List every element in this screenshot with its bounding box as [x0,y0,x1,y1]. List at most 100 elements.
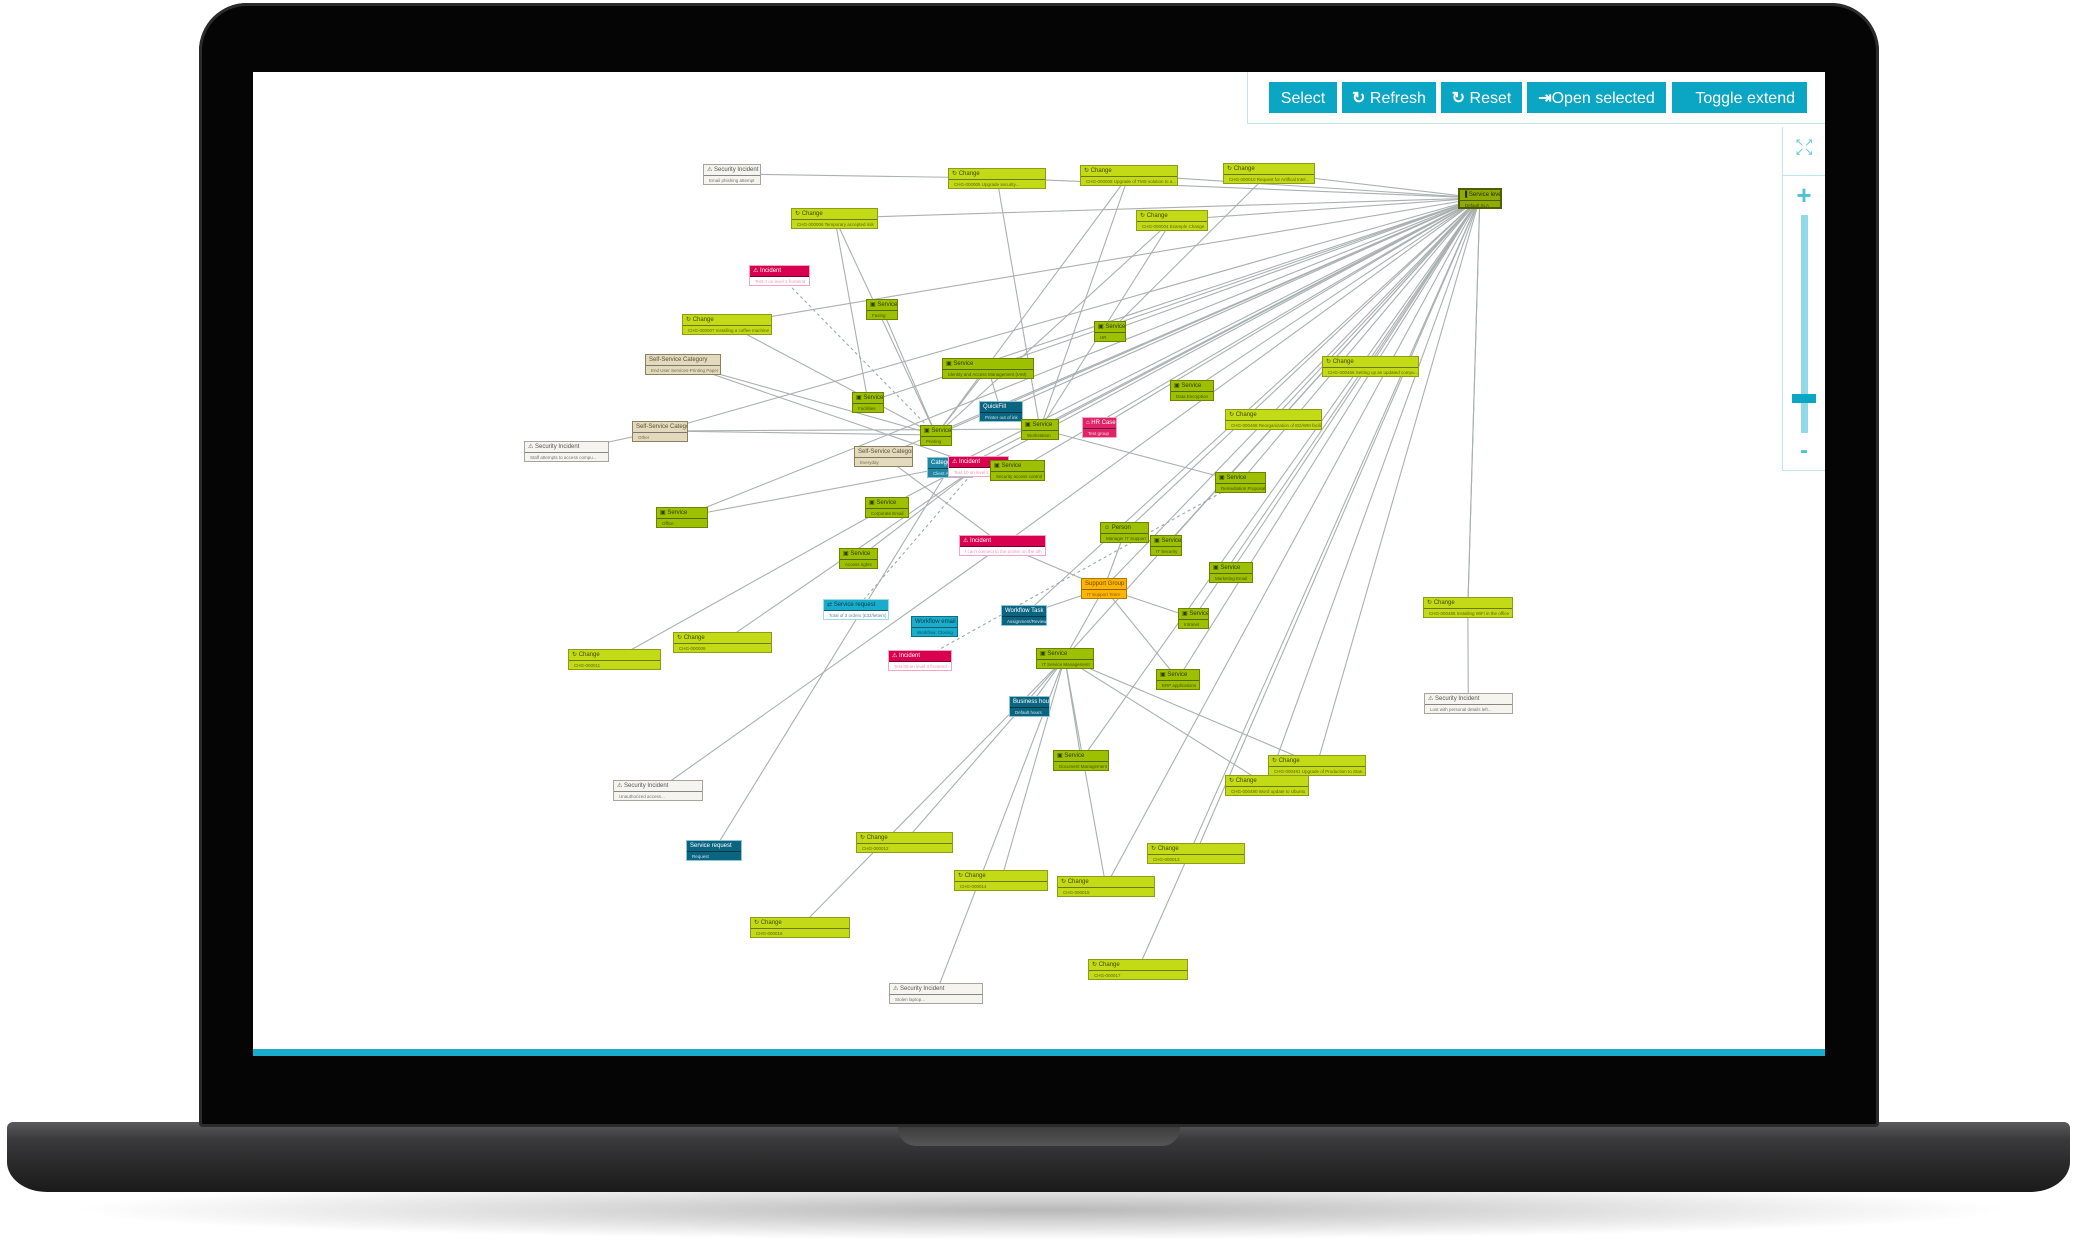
node-title: ▣ Service [1216,473,1265,484]
node-title: Business hours [1010,697,1050,708]
graph-node-service[interactable]: ▣ Service Workstation [1021,419,1059,440]
node-title-text: Incident [760,268,782,274]
node-title-text: Change [578,652,600,658]
graph-node-change[interactable]: ↻ Change CHG-000010 Request for Artifical… [1223,163,1315,184]
graph-node-change[interactable]: ↻ Change CHG-000009 [673,632,772,653]
node-title-text: Change [1235,412,1257,418]
graph-node-change[interactable]: ↻ Change CHG-000005 Upgrade security... [948,168,1046,189]
graph-edge [681,466,951,518]
graph-node-secinc[interactable]: ⚠ Security Incident Email phishing attemp… [703,164,761,185]
open-selected-button[interactable]: ⇥Open selected [1527,82,1666,113]
graph-node-service[interactable]: ▣ Service IT Security [1150,535,1183,556]
node-title-text: Service [1105,324,1126,330]
graph-edge [834,217,937,436]
graph-node-secinc[interactable]: ⚠ Security Incident Staff attempts to acc… [524,441,610,462]
graph-node-wfemail[interactable]: Workflow email Workflow: Closing [911,616,959,637]
graph-node-sreq[interactable]: ⇄ Service request Total of 3 orders (£32/… [823,599,889,620]
graph-node-service[interactable]: ▣ Service IT Service Management [1036,648,1094,669]
zoom-slider-handle[interactable] [1792,394,1816,404]
graph-node-change[interactable]: ↻ Change CHG-000007 Installing a coffee m… [682,314,772,335]
graph-node-support[interactable]: Support Group IT Support Team [1081,578,1127,599]
graph-node-dark[interactable]: QuickFill Printer out of ink [979,401,1023,422]
graph-node-service[interactable]: ▣ Service Facilities [852,392,885,413]
zoom-out-button[interactable]: - [1783,437,1825,465]
graph-node-change[interactable]: ↻ Change CHG-000485 Installing WiFi in th… [1423,597,1513,618]
graph-node-service[interactable]: ▣ Service Access rights [839,548,879,569]
reset-button[interactable]: ↻ Reset [1441,82,1522,113]
change-icon: ↻ [860,835,867,841]
node-title: ▣ Service [1157,670,1199,681]
node-title-text: Service [1001,463,1022,469]
node-subtitle: CHG-000004 Example Change [1142,224,1205,229]
zoom-in-button[interactable]: + [1783,175,1825,211]
graph-node-change[interactable]: ↻ Change CHG-000015 [1057,876,1155,897]
graph-node-service[interactable]: ▣ Service ERP applications [1156,669,1200,690]
node-title: ↻ Change [1089,960,1188,971]
node-subtitle: Email phishing attempt [709,178,755,183]
graph-node-sla[interactable]: ▐ Service level Default SLA [1458,188,1502,209]
graph-node-service[interactable]: ▣ Service Data Encryption [1170,380,1214,401]
graph-node-ssc[interactable]: Self-Service Category End User Services-P… [645,354,721,375]
graph-node-person[interactable]: ☺ Person Manager IT Support [1100,522,1150,543]
graph-node-ssc[interactable]: Self-Service Category Other [632,421,689,442]
toggle-extend-button[interactable]: Toggle extend [1672,82,1807,113]
node-title-text: Service [1226,475,1247,481]
graph-node-change[interactable]: ↻ Change CHG-000008 Upgrade of TMS soluti… [1080,165,1178,186]
graph-node-hrcase[interactable]: ⌂ HR Case Test group [1082,417,1117,438]
graph-node-service[interactable]: ▣ Service Remediation Proposal [1215,472,1266,493]
graph-node-change[interactable]: ↻ Change CHG-000006 Temporary accepted ri… [791,208,879,229]
graph-node-change[interactable]: ↻ Change CHG-000014 [954,870,1049,891]
graph-node-secinc[interactable]: ⚠ Security Incident Lost with personal de… [1424,693,1513,714]
graph-node-dark[interactable]: Workflow Task Assignment/Reviewer [1001,605,1047,626]
graph-node-service[interactable]: ▣ Service Printing [920,425,953,446]
graph-node-incident[interactable]: ⚠ Incident Test 4 on level 1 frontend [749,265,810,286]
graph-node-change[interactable]: ↻ Change CHG-000466 Setting up an updated… [1322,356,1419,377]
graph-node-change[interactable]: ↻ Change CHG-000016 [750,917,851,938]
select-button[interactable]: Select [1269,82,1337,113]
change-icon: ↻ [1229,412,1236,418]
graph-node-change[interactable]: ↻ Change CHG-000012 [856,832,953,853]
graph-edge [834,217,869,403]
graph-node-change[interactable]: ↻ Change CHG-000011 [568,649,662,670]
graph-node-ssc[interactable]: Self-Service Category Everyday [854,446,913,467]
graph-node-incident[interactable]: ⚠ Incident Test 09 on level 3 frontend [888,650,953,671]
graph-node-service[interactable]: ▣ Service Faxing [866,299,899,320]
graph-node-secinc[interactable]: ⚠ Security Incident Unauthorized access..… [613,780,703,801]
node-title: ▣ Service [1210,563,1252,574]
graph-node-change[interactable]: ↻ Change CHG-000017 [1088,959,1189,980]
graph-node-service[interactable]: ▣ Service HR [1094,321,1127,342]
node-subtitle: IT Security [1156,549,1178,554]
expand-arrows-icon[interactable]: ↖↗ ↙↘ [1795,138,1813,158]
node-title-text: Service request [833,602,876,608]
bottom-accent-bar [253,1049,1825,1056]
refresh-icon: ↻ [1451,90,1466,107]
change-icon: ↻ [677,635,684,641]
node-subtitle: CHG-000005 Upgrade security... [954,182,1020,187]
graph-node-service[interactable]: ▣ Service Document Management [1053,750,1110,771]
refresh-button[interactable]: ↻ Refresh [1342,82,1436,113]
graph-node-change[interactable]: ↻ Change CHG-000480 Word update to Ubuntu [1225,775,1309,796]
graph-node-service[interactable]: ▣ Service Marketing Email [1209,562,1253,583]
graph-node-change[interactable]: ↻ Change CHG-000004 Example Change [1136,210,1209,231]
node-title-text: Change [866,835,888,841]
graph-node-change[interactable]: ↻ Change CHG-000481 Upgrade of Production… [1268,755,1366,776]
node-title: ▣ Service [1022,420,1058,431]
graph-node-change[interactable]: ↻ Change CHG-000468 Reorganization of ED/… [1225,409,1322,430]
graph-node-service[interactable]: ▣ Service Intranet [1178,608,1210,629]
graph-node-change[interactable]: ↻ Change CHG-000013 [1147,843,1245,864]
change-icon: ↻ [1140,213,1147,219]
graph-node-service[interactable]: ▣ Service Security access control [990,460,1046,481]
graph-edge [881,308,937,436]
node-subtitle: Remediation Proposal [1221,486,1266,491]
graph-node-dark[interactable]: Service request Request [686,840,743,861]
graph-node-dark[interactable]: Business hours Default hours [1009,696,1051,717]
graph-node-service[interactable]: ▣ Service Identity and Access Management … [942,358,1034,379]
graph-node-secinc[interactable]: ⚠ Security Incident Stolen laptop... [889,983,984,1004]
graph-node-incident[interactable]: ⚠ Incident I can't connect to the printer… [959,535,1047,556]
change-icon: ↻ [952,171,959,177]
graph-node-service[interactable]: ▣ Service Corporate Email [865,497,909,518]
node-subtitle: Default hours [1015,710,1042,715]
node-title: ⇄ Service request [824,600,888,611]
graph-node-service[interactable]: ▣ Service Office [656,507,708,528]
refresh-label: Refresh [1369,90,1426,107]
